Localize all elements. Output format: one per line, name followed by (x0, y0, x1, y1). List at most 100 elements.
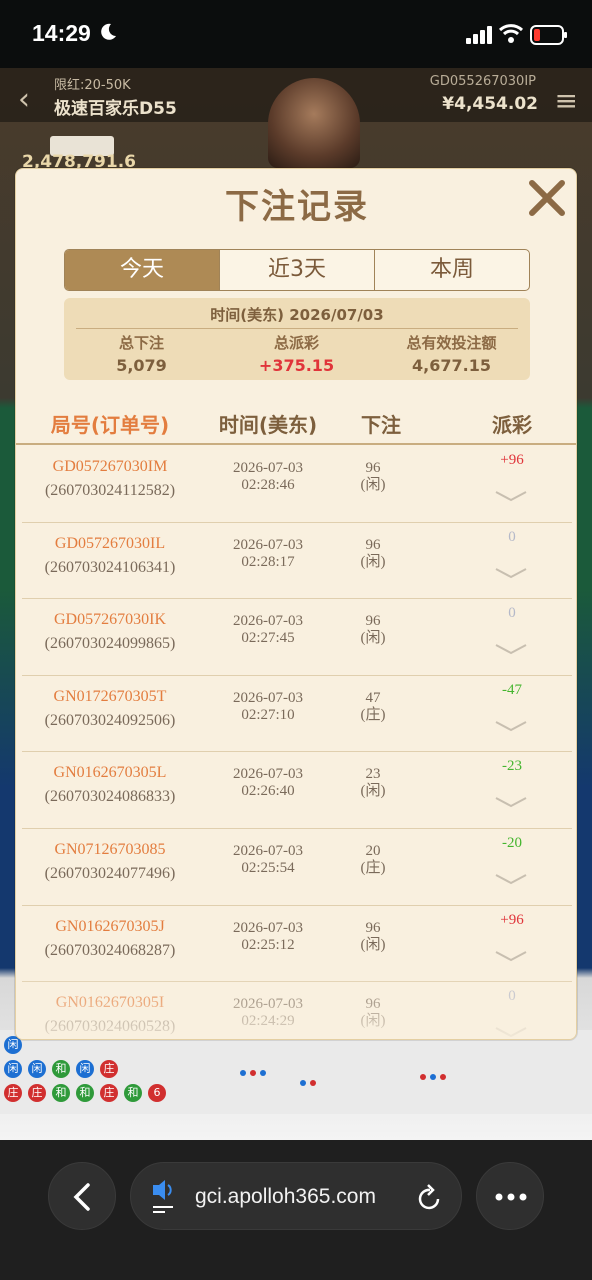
close-icon[interactable] (524, 175, 570, 221)
payout-value: -47 (502, 681, 522, 698)
header-time: 时间(美东) (218, 413, 318, 437)
signal-icon (466, 26, 492, 44)
total-payout-value: +375.15 (258, 356, 335, 375)
record-clock: 02:27:10 (241, 706, 295, 723)
total-payout: 总派彩 +375.15 (219, 332, 374, 375)
road-dot (250, 1070, 256, 1076)
record-time: 2026-07-03 02:26:40 (198, 766, 338, 800)
bead-player: 闲 (28, 1060, 46, 1078)
bet-cell: 96(闲) (338, 460, 408, 494)
bead-tie: 和 (76, 1084, 94, 1102)
game-id: GN07126703085 (54, 840, 166, 858)
bet-side: (庄) (360, 706, 386, 723)
road-dot (260, 1070, 266, 1076)
order-number: (260703024099865) (44, 635, 176, 653)
record-row[interactable]: GD057267030IL (260703024106341) 2026-07-03… (22, 523, 572, 600)
total-valid-bet: 总有效投注额 4,677.15 (374, 332, 529, 375)
bet-side: (闲) (360, 477, 386, 493)
total-payout-label: 总派彩 (273, 334, 319, 352)
record-clock: 02:26:40 (241, 783, 295, 800)
record-row[interactable]: GN0162670305L (260703024086833) 2026-07-03… (22, 752, 572, 829)
moon-icon (101, 23, 116, 40)
bead-banker: 庄 (28, 1084, 46, 1102)
tab-today[interactable]: 今天 (65, 250, 220, 290)
record-row[interactable]: GN0172670305T (260703024092506) 2026-07-03… (22, 676, 572, 753)
record-time: 2026-07-03 02:27:45 (198, 613, 338, 647)
record-row[interactable]: GD057267030IM (260703024112582) 2026-07-03… (22, 446, 572, 523)
chevron-down-icon[interactable] (494, 643, 528, 655)
record-time: 2026-07-03 02:25:54 (198, 843, 338, 877)
payout-value: 0 (508, 528, 516, 545)
chevron-down-icon[interactable] (494, 567, 528, 579)
record-time: 2026-07-03 02:28:17 (198, 537, 338, 571)
bet-record-modal: 下注记录 今天 近3天 本周 时间(美东) 2026/07/03 总下注 5,0… (15, 168, 577, 1040)
back-arrow-icon[interactable]: ‹ (18, 82, 30, 117)
payout-value: +96 (500, 911, 524, 928)
more-button[interactable] (476, 1162, 544, 1230)
bet-side: (闲) (360, 553, 386, 570)
bet-amount: 96 (365, 536, 381, 553)
record-date: 2026-07-03 (233, 919, 303, 936)
total-valid-label: 总有效投注额 (406, 334, 497, 352)
record-date: 2026-07-03 (233, 536, 303, 553)
record-date: 2026-07-03 (233, 766, 303, 783)
bet-amount: 23 (365, 766, 381, 783)
record-time: 2026-07-03 02:25:12 (198, 920, 338, 954)
bead-banker: 庄 (100, 1084, 118, 1102)
speaker-icon[interactable] (151, 1179, 177, 1215)
bet-cell: 96(闲) (338, 537, 408, 571)
chevron-down-icon[interactable] (494, 873, 528, 885)
order-number: (260703024068287) (44, 941, 176, 959)
bead-banker: 6 (148, 1084, 166, 1102)
tab-last-3-days[interactable]: 近3天 (220, 250, 375, 290)
game-id: GD057267030IL (54, 534, 166, 552)
total-bet: 总下注 5,079 (64, 332, 219, 375)
record-time: 2026-07-03 02:28:46 (198, 460, 338, 494)
bet-cell: 96(闲) (338, 920, 408, 954)
menu-icon[interactable]: ≡ (555, 84, 578, 117)
road-dot (440, 1074, 446, 1080)
game-id: GD057267030IK (54, 611, 166, 629)
browser-toolbar: gci.apolloh365.com (0, 1140, 592, 1280)
game-id: GN0172670305T (53, 687, 167, 705)
tab-this-week[interactable]: 本周 (375, 250, 529, 290)
order-number: (260703024112582) (44, 482, 176, 499)
payout-value: -20 (502, 834, 522, 851)
chevron-down-icon[interactable] (494, 720, 528, 732)
browser-back-button[interactable] (48, 1162, 116, 1230)
record-date: 2026-07-03 (233, 842, 303, 859)
address-bar[interactable]: gci.apolloh365.com (130, 1162, 462, 1230)
chevron-down-icon[interactable] (494, 950, 528, 962)
chevron-down-icon[interactable] (494, 796, 528, 808)
chevron-down-icon[interactable] (494, 490, 528, 502)
order-number: (260703024106341) (44, 558, 176, 576)
total-valid-value: 4,677.15 (412, 356, 491, 375)
header-id: 局号(订单号) (50, 413, 170, 437)
divider (76, 328, 518, 329)
table-header: 局号(订单号) 时间(美东) 下注 派彩 (16, 401, 576, 445)
bet-side: (闲) (360, 630, 386, 647)
bet-amount: 47 (365, 689, 381, 706)
summary-date: 时间(美东) 2026/07/03 (210, 306, 384, 324)
dealer-video (268, 78, 360, 168)
payout-value: +96 (500, 452, 524, 468)
payout-value: 0 (508, 605, 516, 622)
reload-icon[interactable] (417, 1183, 443, 1211)
record-clock: 02:28:17 (241, 553, 295, 570)
date-range-tabs: 今天 近3天 本周 (64, 249, 530, 291)
bet-side: (闲) (360, 783, 386, 800)
bet-amount: 96 (365, 919, 381, 936)
bead-banker: 庄 (100, 1060, 118, 1078)
record-clock: 02:27:45 (241, 630, 295, 647)
road-dot (240, 1070, 246, 1076)
bead-banker: 庄 (4, 1084, 22, 1102)
bead-tie: 和 (52, 1060, 70, 1078)
road-dot (420, 1074, 426, 1080)
record-row[interactable]: GN07126703085 (260703024077496) 2026-07-03… (22, 829, 572, 906)
summary-panel: 时间(美东) 2026/07/03 总下注 5,079 总派彩 +375.15 … (64, 298, 530, 380)
record-row[interactable]: GD057267030IK (260703024099865) 2026-07-03… (22, 599, 572, 676)
bet-cell: 47 (庄) (338, 690, 408, 724)
bet-side: (庄) (360, 859, 386, 876)
record-list[interactable]: GD057267030IM (260703024112582) 2026-07-03… (22, 446, 572, 1039)
road-map: 闲 闲 庄 闲 庄 和 和 闲 和 庄 庄 和 6 (0, 1030, 592, 1114)
